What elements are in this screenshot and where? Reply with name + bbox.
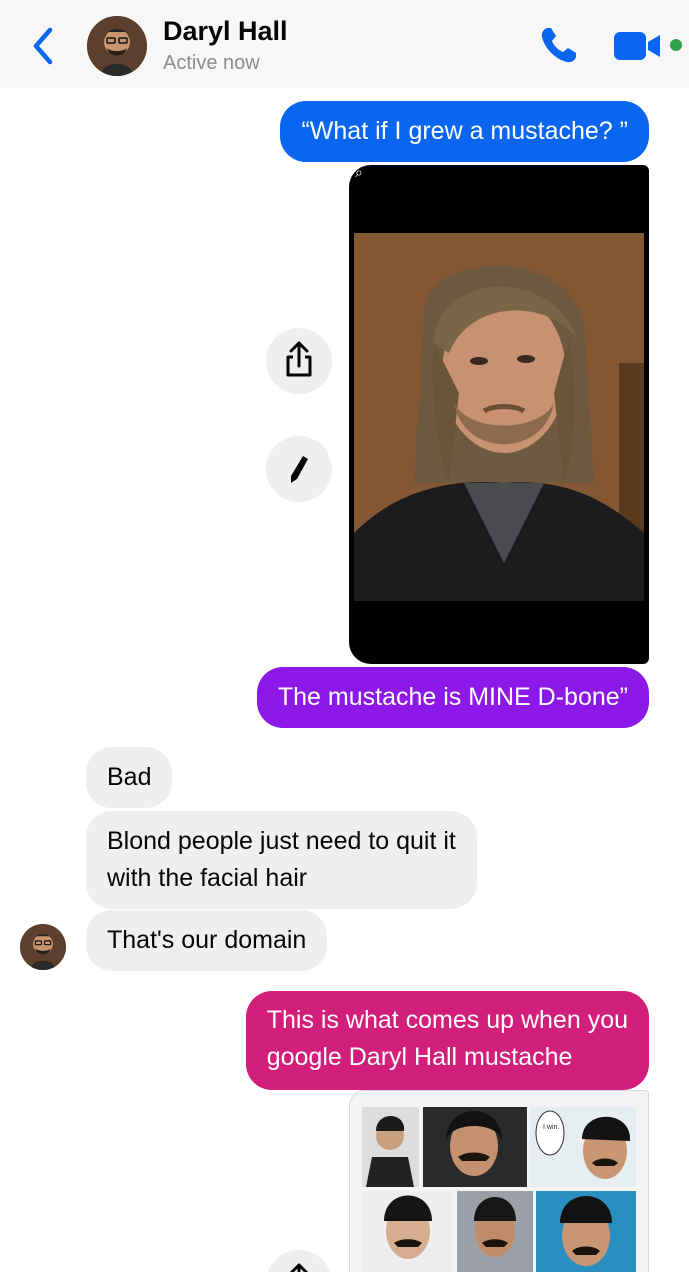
contact-name[interactable]: Daryl Hall [163,16,288,47]
collage-image-message[interactable]: I win. [349,1090,649,1272]
chevron-left-icon [33,27,53,65]
portrait-photo [354,233,644,601]
share-button[interactable] [266,328,332,394]
edit-button[interactable] [266,436,332,502]
pencil-icon [291,456,308,483]
conversation-header: Daryl Hall Active now [0,0,689,88]
outgoing-message[interactable]: “What if I grew a mustache? ” [280,101,649,162]
online-indicator [670,39,682,51]
message-line: google Daryl Hall mustache [266,1043,573,1071]
share-icon [289,1263,309,1272]
video-call-button[interactable] [614,30,664,62]
message-line: Blond people just need to quit it [107,827,456,855]
contact-avatar[interactable] [87,16,147,76]
share-button[interactable] [266,1250,332,1272]
outgoing-message[interactable]: This is what comes up when you google Da… [245,991,649,1090]
sender-avatar[interactable] [20,924,66,970]
video-camera-icon [614,32,660,60]
outgoing-message[interactable]: The mustache is MINE D-bone” [256,667,649,728]
back-button[interactable] [28,26,58,66]
zoom-icon: ⌕ [355,164,363,180]
incoming-message[interactable]: Blond people just need to quit it with t… [86,811,477,909]
phone-icon [541,28,576,63]
mustache-collage: I win. [350,1091,648,1272]
incoming-message[interactable]: That's our domain [86,910,328,971]
photo-message[interactable] [349,165,649,664]
collage-caption: I win. [543,1124,559,1131]
message-line: with the facial hair [107,864,308,892]
message-line: This is what comes up when you [266,1006,628,1034]
audio-call-button[interactable] [538,24,580,66]
share-icon [286,341,312,377]
active-status: Active now [163,52,260,74]
incoming-message[interactable]: Bad [86,747,173,808]
